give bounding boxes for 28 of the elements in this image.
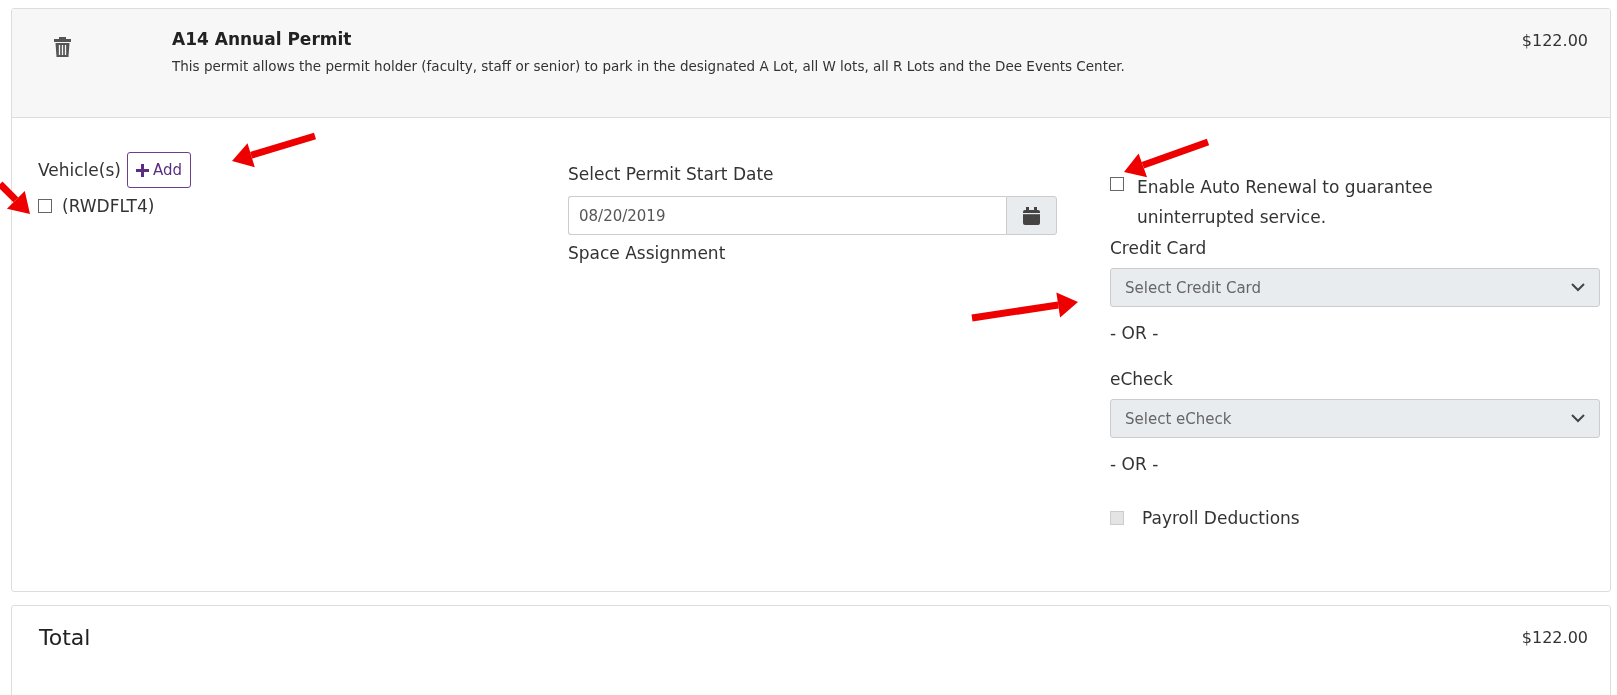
select-field[interactable]: Select eCheck xyxy=(1110,399,1600,438)
select-field[interactable]: Select Credit Card xyxy=(1110,268,1600,307)
chevron-down-icon xyxy=(1571,283,1585,292)
plus-icon xyxy=(135,163,149,177)
checkbox[interactable] xyxy=(1110,177,1124,191)
chevron-down-icon xyxy=(1571,414,1585,423)
trash-icon[interactable] xyxy=(54,37,71,57)
separator-text: - OR - xyxy=(1110,323,1160,343)
annotation-arrow xyxy=(0,181,30,214)
total-amount: $122.00 xyxy=(1521,627,1588,647)
field-label: eCheck xyxy=(1110,369,1174,389)
field-label: Space Assignment xyxy=(568,243,727,263)
calendar-button[interactable] xyxy=(1006,196,1057,235)
permit-price: $122.00 xyxy=(1521,30,1588,52)
field-label: Credit Card xyxy=(1110,238,1208,258)
checkbox[interactable] xyxy=(38,199,52,213)
permit-title: A14 Annual Permit xyxy=(172,29,353,49)
vehicle-label: (RWDFLT4) xyxy=(62,196,155,216)
checkbox-label: Payroll Deductions xyxy=(1142,508,1300,528)
total-label: Total xyxy=(39,624,91,650)
separator-text: - OR - xyxy=(1110,454,1160,474)
field-label: Select Permit Start Date xyxy=(568,164,775,184)
permit-description: This permit allows the permit holder (faculty, staff or senior) to park in the designated A Lot, all W lots, all R Lots and the Dee Events Center. xyxy=(172,58,1126,74)
date-field[interactable]: 08/20/2019 xyxy=(568,196,1006,235)
add-button[interactable]: Add xyxy=(126,152,191,188)
checkbox-label: Enable Auto Renewal to guarantee uninterrupted service. xyxy=(1137,176,1434,229)
calendar-icon xyxy=(1023,206,1040,225)
vehicles-label: Vehicle(s) xyxy=(38,160,121,180)
